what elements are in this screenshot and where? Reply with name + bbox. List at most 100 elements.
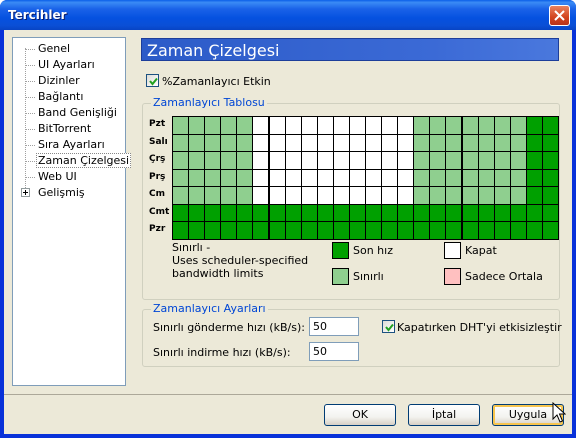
schedule-cell[interactable] <box>397 133 415 152</box>
schedule-cell[interactable] <box>236 186 254 205</box>
schedule-cell[interactable] <box>236 203 254 222</box>
schedule-cell[interactable] <box>461 133 479 152</box>
schedule-cell[interactable] <box>268 186 286 205</box>
schedule-cell[interactable] <box>493 203 511 222</box>
schedule-cell[interactable] <box>477 221 495 240</box>
schedule-cell[interactable] <box>445 203 463 222</box>
schedule-cell[interactable] <box>429 151 447 170</box>
schedule-cell[interactable] <box>236 221 254 240</box>
scheduler-enable-checkbox[interactable] <box>146 74 159 87</box>
schedule-cell[interactable] <box>509 203 527 222</box>
schedule-cell[interactable] <box>268 221 286 240</box>
upload-limit-input[interactable]: 50 <box>309 317 359 336</box>
schedule-cell[interactable] <box>477 186 495 205</box>
schedule-cell[interactable] <box>172 186 190 205</box>
tree-item[interactable]: Bağlantı <box>13 89 125 105</box>
schedule-cell[interactable] <box>397 221 415 240</box>
schedule-cell[interactable] <box>252 186 270 205</box>
schedule-cell[interactable] <box>365 133 383 152</box>
schedule-cell[interactable] <box>461 221 479 240</box>
schedule-cell[interactable] <box>381 186 399 205</box>
schedule-cell[interactable] <box>268 203 286 222</box>
scheduler-enable-label[interactable]: %Zamanlayıcı Etkin <box>162 75 271 88</box>
schedule-cell[interactable] <box>348 151 366 170</box>
schedule-cell[interactable] <box>284 186 302 205</box>
schedule-cell[interactable] <box>493 151 511 170</box>
schedule-cell[interactable] <box>188 133 206 152</box>
schedule-cell[interactable] <box>381 116 399 135</box>
schedule-cell[interactable] <box>445 186 463 205</box>
schedule-cell[interactable] <box>541 203 559 222</box>
schedule-cell[interactable] <box>172 203 190 222</box>
schedule-cell[interactable] <box>220 151 238 170</box>
schedule-cell[interactable] <box>252 116 270 135</box>
schedule-cell[interactable] <box>493 168 511 187</box>
schedule-cell[interactable] <box>493 116 511 135</box>
cancel-button[interactable]: İptal <box>408 404 480 426</box>
schedule-cell[interactable] <box>509 221 527 240</box>
tree-item[interactable]: BitTorrent <box>13 121 125 137</box>
schedule-cell[interactable] <box>252 151 270 170</box>
schedule-cell[interactable] <box>220 186 238 205</box>
schedule-cell[interactable] <box>236 133 254 152</box>
schedule-cell[interactable] <box>525 168 543 187</box>
schedule-cell[interactable] <box>268 133 286 152</box>
schedule-cell[interactable] <box>541 168 559 187</box>
schedule-cell[interactable] <box>413 186 431 205</box>
schedule-cell[interactable] <box>381 133 399 152</box>
schedule-cell[interactable] <box>332 116 350 135</box>
schedule-cell[interactable] <box>188 116 206 135</box>
schedule-cell[interactable] <box>284 203 302 222</box>
schedule-cell[interactable] <box>397 168 415 187</box>
schedule-cell[interactable] <box>541 221 559 240</box>
schedule-cell[interactable] <box>429 116 447 135</box>
schedule-cell[interactable] <box>204 221 222 240</box>
schedule-cell[interactable] <box>172 151 190 170</box>
schedule-cell[interactable] <box>541 151 559 170</box>
schedule-cell[interactable] <box>413 133 431 152</box>
schedule-cell[interactable] <box>252 168 270 187</box>
schedule-cell[interactable] <box>461 203 479 222</box>
schedule-cell[interactable] <box>509 168 527 187</box>
schedule-cell[interactable] <box>348 203 366 222</box>
schedule-cell[interactable] <box>477 168 495 187</box>
schedule-cell[interactable] <box>365 151 383 170</box>
title-bar[interactable]: Tercihler <box>0 0 576 30</box>
schedule-cell[interactable] <box>445 116 463 135</box>
schedule-cell[interactable] <box>236 116 254 135</box>
schedule-cell[interactable] <box>220 116 238 135</box>
disable-dht-label[interactable]: Kapatırken DHT'yi etkisizleştir <box>397 321 562 334</box>
schedule-cell[interactable] <box>493 186 511 205</box>
schedule-cell[interactable] <box>188 186 206 205</box>
schedule-cell[interactable] <box>509 151 527 170</box>
schedule-cell[interactable] <box>300 203 318 222</box>
schedule-cell[interactable] <box>204 133 222 152</box>
tree-item[interactable]: Genel <box>13 41 125 57</box>
schedule-cell[interactable] <box>236 151 254 170</box>
tree-item[interactable]: Gelişmiş <box>13 185 125 201</box>
schedule-cell[interactable] <box>493 133 511 152</box>
schedule-cell[interactable] <box>525 116 543 135</box>
schedule-cell[interactable] <box>413 221 431 240</box>
schedule-cell[interactable] <box>509 186 527 205</box>
schedule-cell[interactable] <box>429 186 447 205</box>
schedule-cell[interactable] <box>300 116 318 135</box>
tree-item[interactable]: UI Ayarları <box>13 57 125 73</box>
schedule-cell[interactable] <box>172 133 190 152</box>
schedule-cell[interactable] <box>252 133 270 152</box>
schedule-cell[interactable] <box>381 168 399 187</box>
tree-item[interactable]: Web UI <box>13 169 125 185</box>
settings-tree[interactable]: Genel UI Ayarları Dizinler Bağlantı Band Gen… <box>12 37 132 386</box>
schedule-cell[interactable] <box>381 221 399 240</box>
schedule-cell[interactable] <box>365 186 383 205</box>
schedule-cell[interactable] <box>365 116 383 135</box>
schedule-cell[interactable] <box>316 221 334 240</box>
schedule-cell[interactable] <box>525 221 543 240</box>
schedule-cell[interactable] <box>365 168 383 187</box>
schedule-cell[interactable] <box>429 133 447 152</box>
schedule-grid[interactable] <box>172 116 559 240</box>
schedule-cell[interactable] <box>204 116 222 135</box>
schedule-cell[interactable] <box>220 168 238 187</box>
schedule-cell[interactable] <box>252 221 270 240</box>
schedule-cell[interactable] <box>445 221 463 240</box>
